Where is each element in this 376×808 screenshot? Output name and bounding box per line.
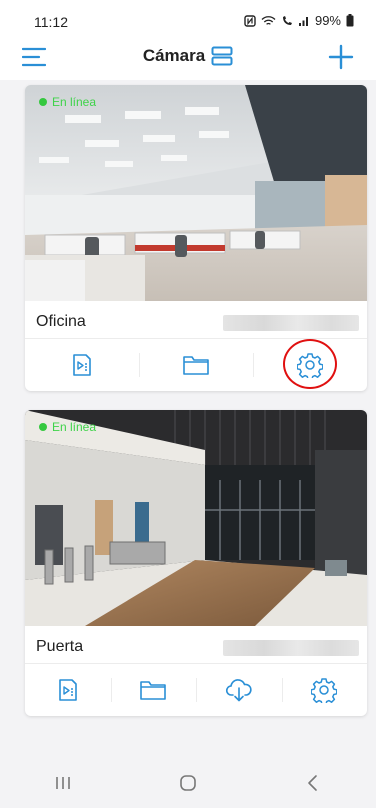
wifi-icon	[261, 15, 276, 25]
folder-icon	[140, 681, 167, 700]
playback-icon	[58, 679, 77, 701]
status-icons: 99%	[244, 13, 354, 28]
online-dot	[39, 423, 47, 431]
camera-preview[interactable]: En línea	[25, 410, 367, 626]
online-dot	[39, 98, 47, 106]
cloud-download-icon	[225, 679, 252, 702]
system-nav-bar	[0, 758, 376, 808]
back-icon	[308, 775, 318, 791]
playback-button[interactable]	[25, 664, 111, 716]
recents-icon	[55, 777, 70, 789]
camera-card-puerta: En línea Puerta	[25, 410, 367, 716]
add-camera-icon[interactable]	[328, 44, 354, 70]
camera-id-redacted	[223, 640, 359, 656]
online-status: En línea	[39, 420, 96, 434]
files-button[interactable]	[110, 664, 197, 716]
battery-percent: 99%	[314, 13, 341, 28]
nfc-icon	[244, 14, 256, 27]
back-button[interactable]	[283, 763, 343, 803]
playback-button[interactable]	[25, 339, 139, 391]
playback-icon	[73, 354, 91, 376]
files-button[interactable]	[139, 339, 253, 391]
title-group: Cámara	[0, 46, 376, 66]
camera-name: Puerta	[36, 638, 84, 655]
status-time: 11:12	[34, 14, 68, 30]
folder-icon	[183, 356, 209, 375]
home-button[interactable]	[158, 763, 218, 803]
settings-highlight-circle	[283, 339, 337, 389]
camera-name: Oficina	[36, 313, 86, 330]
online-status: En línea	[39, 95, 96, 109]
home-icon	[180, 775, 196, 791]
recents-button[interactable]	[33, 763, 93, 803]
camera-preview[interactable]: En línea	[25, 85, 367, 301]
cloud-download-button[interactable]	[196, 664, 282, 716]
page-title: Cámara	[142, 46, 206, 65]
camera-id-redacted	[223, 315, 359, 331]
status-bar: 11:12 99%	[0, 0, 376, 36]
battery-icon	[346, 14, 354, 27]
online-label: En línea	[52, 95, 97, 109]
signal-icon	[298, 16, 308, 26]
online-label: En línea	[52, 420, 97, 434]
call-icon	[282, 15, 292, 25]
settings-icon	[311, 678, 338, 703]
camera-actions	[25, 664, 367, 716]
layout-toggle-icon[interactable]	[211, 46, 233, 66]
app-bar: Cámara	[0, 36, 376, 80]
settings-button[interactable]	[281, 664, 368, 716]
